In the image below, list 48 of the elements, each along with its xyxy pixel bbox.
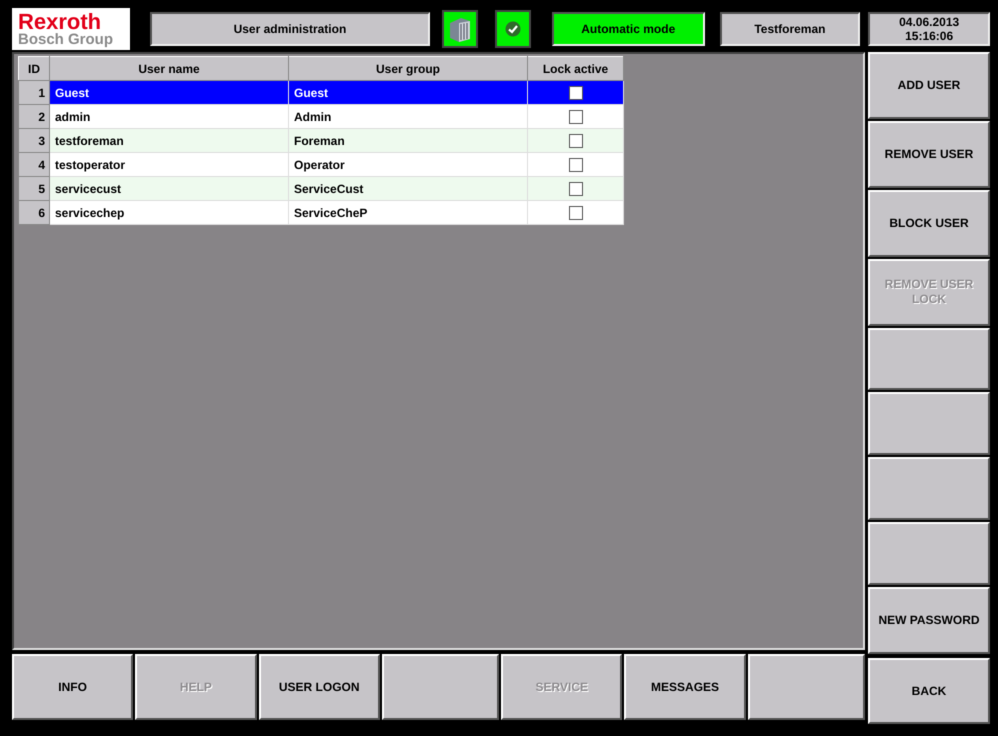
table-cell[interactable]: ServiceCheP [288,200,528,224]
logo-group: Bosch Group [18,32,130,48]
blank-button[interactable] [748,654,865,720]
blank-button[interactable] [868,392,990,456]
checkbox[interactable] [568,86,582,100]
date-time: 04.06.2013 15:16:06 [868,12,990,46]
checkbox[interactable] [568,182,582,196]
checkbox[interactable] [568,134,582,148]
table-cell[interactable]: servicechep [50,200,288,224]
row-id: 1 [18,80,50,104]
current-user: Testforeman [720,12,860,46]
checkbox[interactable] [568,110,582,124]
menu-button[interactable]: USER LOGON [258,654,380,720]
blank-button[interactable] [868,328,990,390]
row-id: 5 [18,176,50,200]
blank-button[interactable] [382,654,500,720]
row-id: 3 [18,128,50,152]
blank-button[interactable] [868,457,990,520]
row-id: 4 [18,152,50,176]
table-cell[interactable]: ServiceCust [288,176,528,200]
logo-brand: Rexroth [18,10,102,32]
menu-button[interactable]: REMOVE USER [868,120,990,188]
table-cell[interactable]: Foreman [288,128,528,152]
menu-button[interactable]: BACK [868,658,990,724]
table-cell[interactable]: Guest [50,80,288,104]
column-header[interactable]: ID [18,56,50,80]
table-cell[interactable]: testforeman [50,128,288,152]
menu-button[interactable]: MESSAGES [624,654,746,720]
table-cell[interactable]: admin [50,104,288,128]
screen-title: User administration [150,12,430,46]
menu-button[interactable]: INFO [12,654,134,720]
mode-indicator: Automatic mode [552,12,705,46]
table-cell[interactable]: Operator [288,152,528,176]
menu-button[interactable]: NEW PASSWORD [868,587,990,654]
table-cell[interactable]: testoperator [50,152,288,176]
row-id: 6 [18,200,50,224]
checkbox[interactable] [568,158,582,172]
column-header[interactable]: User group [288,56,528,80]
menu-button[interactable]: ADD USER [868,52,990,119]
table-cell[interactable]: servicecust [50,176,288,200]
table-cell[interactable]: Admin [288,104,528,128]
column-header[interactable]: Lock active [528,56,624,80]
blank-button[interactable] [868,522,990,586]
column-header[interactable]: User name [50,56,288,80]
row-id: 2 [18,104,50,128]
menu-button[interactable]: BLOCK USER [868,190,990,257]
table-cell[interactable]: Guest [288,80,528,104]
checkbox[interactable] [568,206,582,220]
